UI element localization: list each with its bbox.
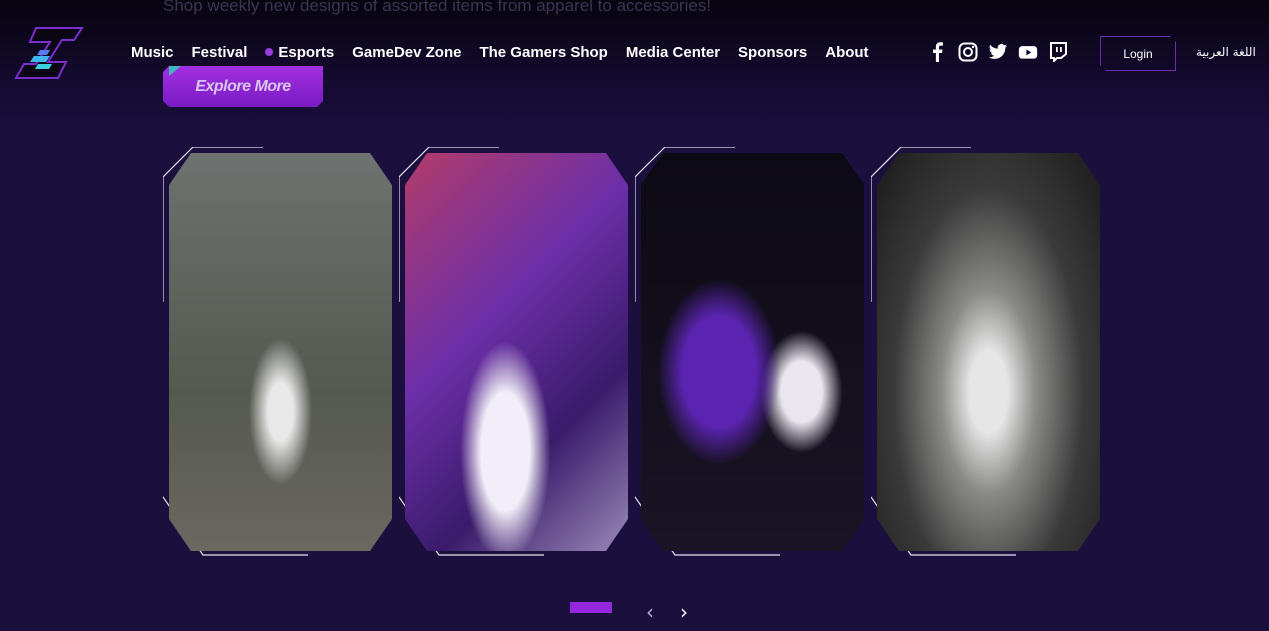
login-button[interactable]: Login: [1100, 36, 1176, 71]
product-photo: [641, 153, 864, 551]
social-links: [928, 42, 1068, 62]
nav-media-center[interactable]: Media Center: [626, 44, 720, 61]
gallery-card[interactable]: [871, 147, 1102, 558]
language-switch[interactable]: اللغة العربية: [1196, 45, 1256, 59]
product-photo: [405, 153, 628, 551]
hero-subtitle: Shop weekly new designs of assorted item…: [163, 0, 712, 15]
instagram-icon[interactable]: [958, 42, 978, 62]
gallery-card[interactable]: [399, 147, 630, 558]
nav-esports[interactable]: Esports: [265, 44, 334, 61]
main-nav: Music Festival Esports GameDev Zone The …: [131, 44, 869, 61]
nav-gamedev-zone[interactable]: GameDev Zone: [352, 44, 461, 61]
active-dot-icon: [265, 48, 274, 56]
gallery-card[interactable]: [635, 147, 866, 558]
facebook-icon[interactable]: [928, 42, 948, 62]
pagination-indicator-active[interactable]: [570, 602, 612, 613]
gallery-card[interactable]: [163, 147, 394, 558]
product-photo: [169, 153, 392, 551]
youtube-icon[interactable]: [1018, 42, 1038, 62]
next-arrow-icon[interactable]: ›: [680, 600, 688, 624]
nav-festival[interactable]: Festival: [192, 44, 248, 61]
twitch-icon[interactable]: [1048, 42, 1068, 62]
nav-gamers-shop[interactable]: The Gamers Shop: [479, 44, 607, 61]
nav-sponsors[interactable]: Sponsors: [738, 44, 807, 61]
twitter-icon[interactable]: [988, 42, 1008, 62]
nav-about[interactable]: About: [825, 44, 868, 61]
header-background: [0, 0, 1269, 130]
site-logo[interactable]: [12, 24, 86, 82]
product-photo: [877, 153, 1100, 551]
explore-more-button[interactable]: Explore More: [163, 66, 323, 107]
prev-arrow-icon[interactable]: ‹: [646, 600, 654, 624]
nav-music[interactable]: Music: [131, 44, 174, 61]
nav-esports-label: Esports: [278, 44, 335, 61]
